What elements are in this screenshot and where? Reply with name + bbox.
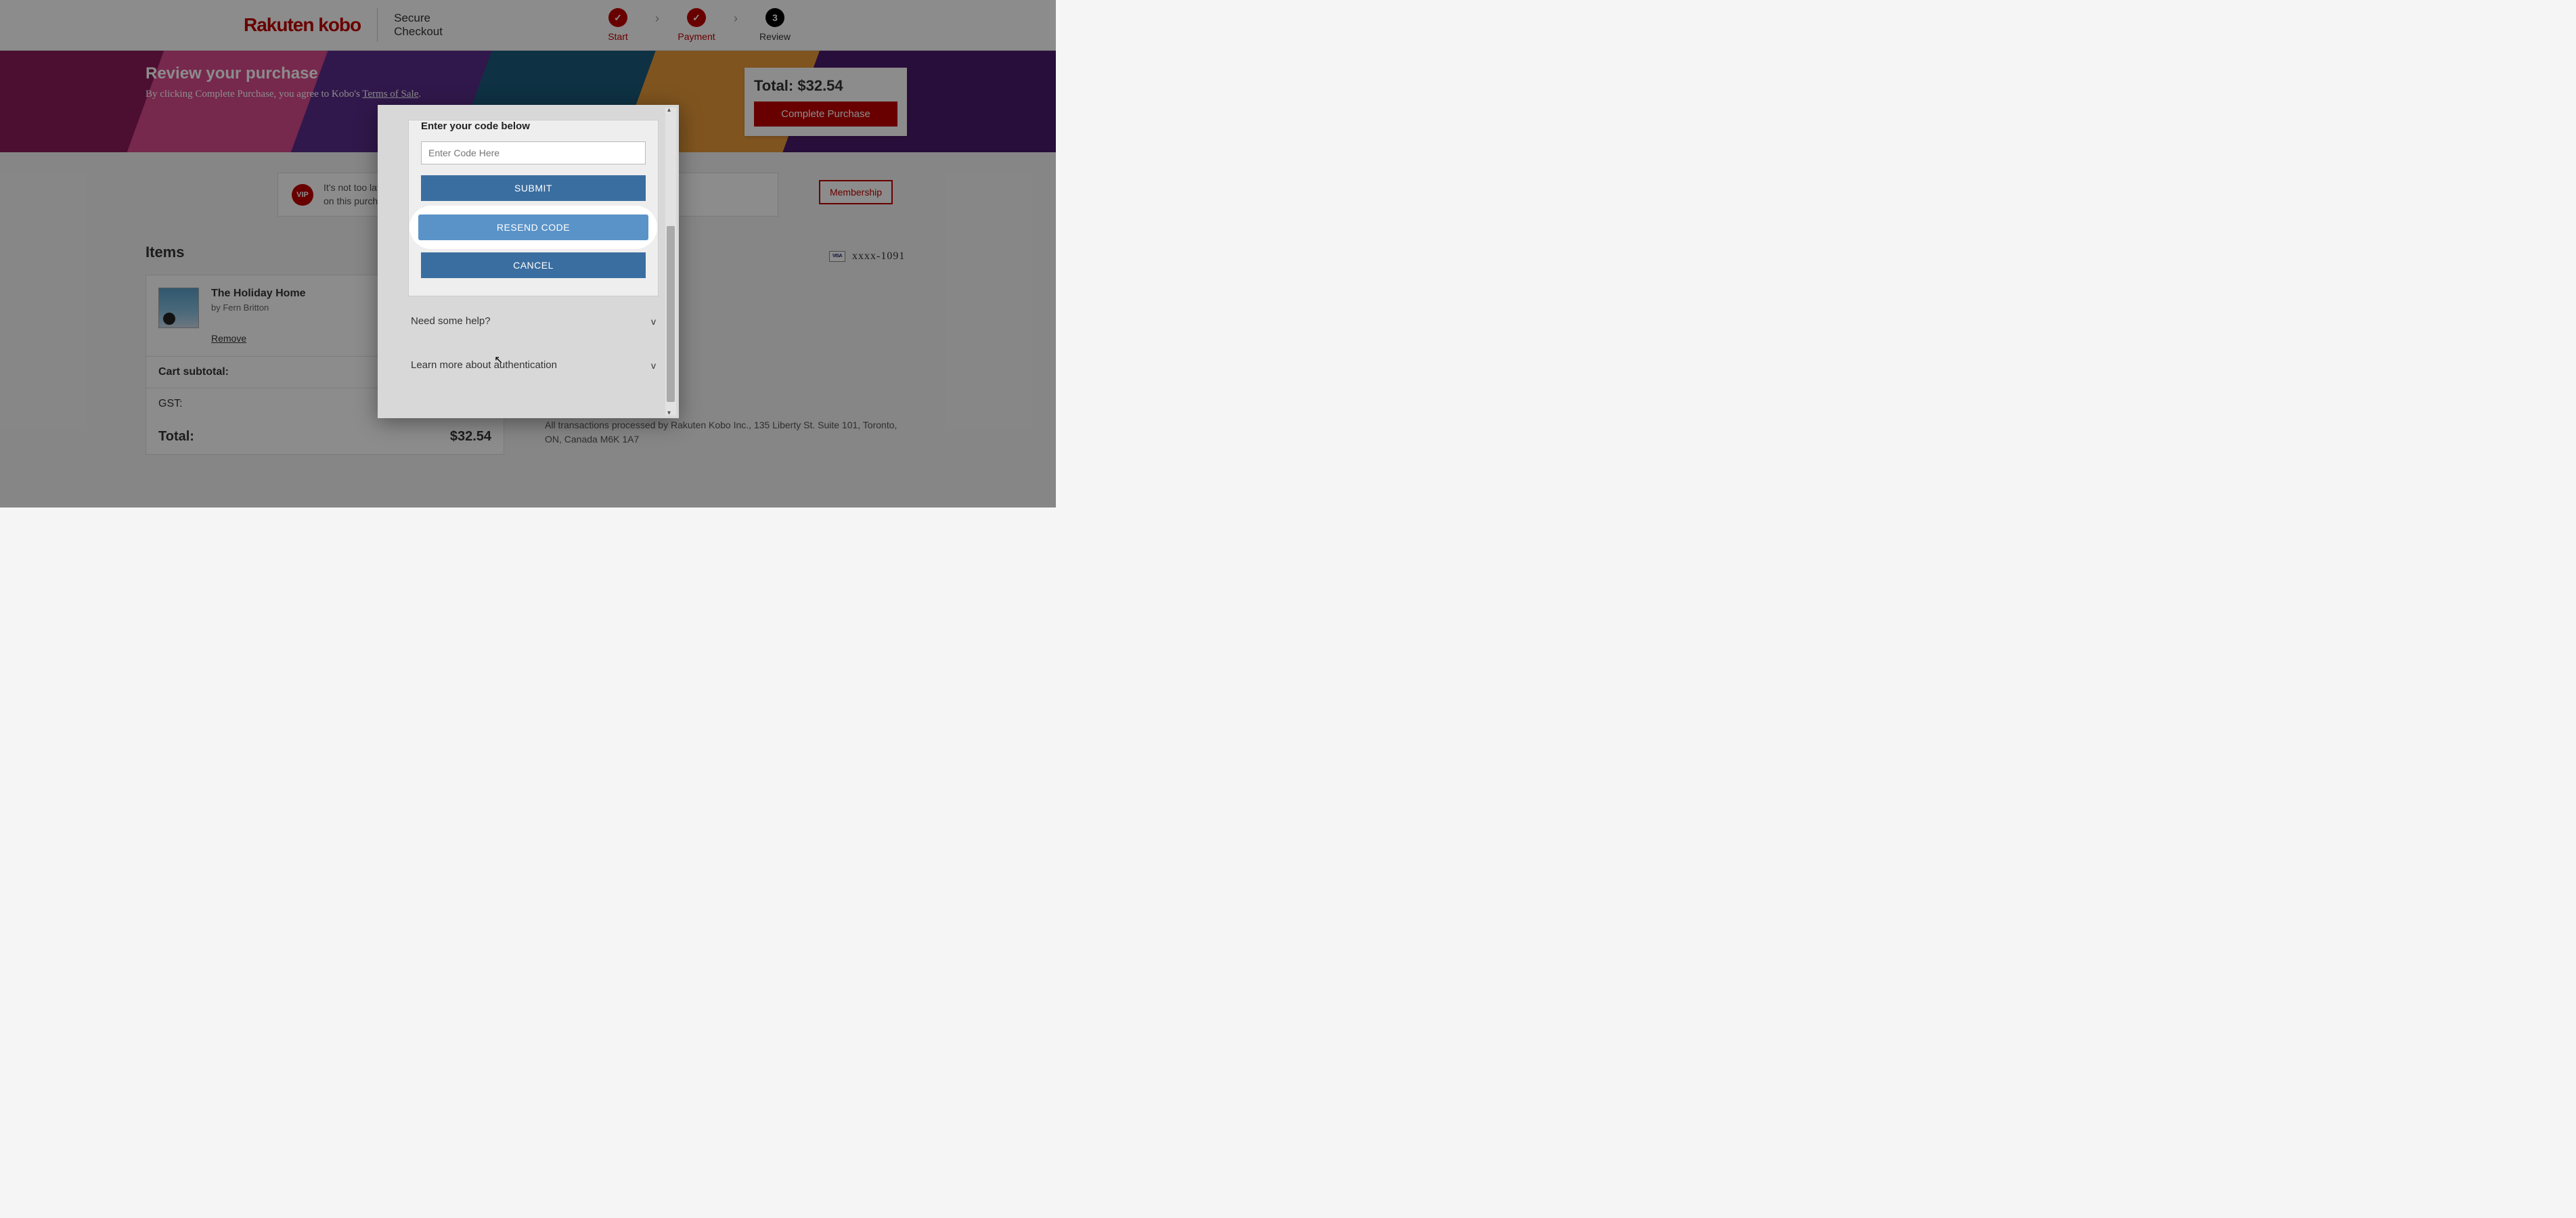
code-entry-panel: Enter your code below SUBMIT RESEND CODE…: [408, 120, 659, 296]
submit-button[interactable]: SUBMIT: [421, 175, 646, 201]
chevron-down-icon: v: [651, 316, 656, 327]
learn-more-expander[interactable]: Learn more about authentication v: [408, 353, 659, 378]
help-label: Need some help?: [411, 315, 491, 327]
code-heading: Enter your code below: [421, 120, 646, 132]
scrollbar-thumb[interactable]: [667, 226, 675, 402]
cancel-button[interactable]: CANCEL: [421, 252, 646, 278]
code-input[interactable]: [421, 141, 646, 164]
resend-highlight: RESEND CODE: [413, 209, 654, 246]
learn-more-label: Learn more about authentication: [411, 359, 557, 371]
chevron-down-icon: v: [651, 360, 656, 371]
scrollbar[interactable]: [665, 108, 676, 415]
help-expander[interactable]: Need some help? v: [408, 309, 659, 334]
verification-modal: Enter your code below SUBMIT RESEND CODE…: [378, 105, 679, 418]
resend-code-button[interactable]: RESEND CODE: [418, 215, 648, 240]
